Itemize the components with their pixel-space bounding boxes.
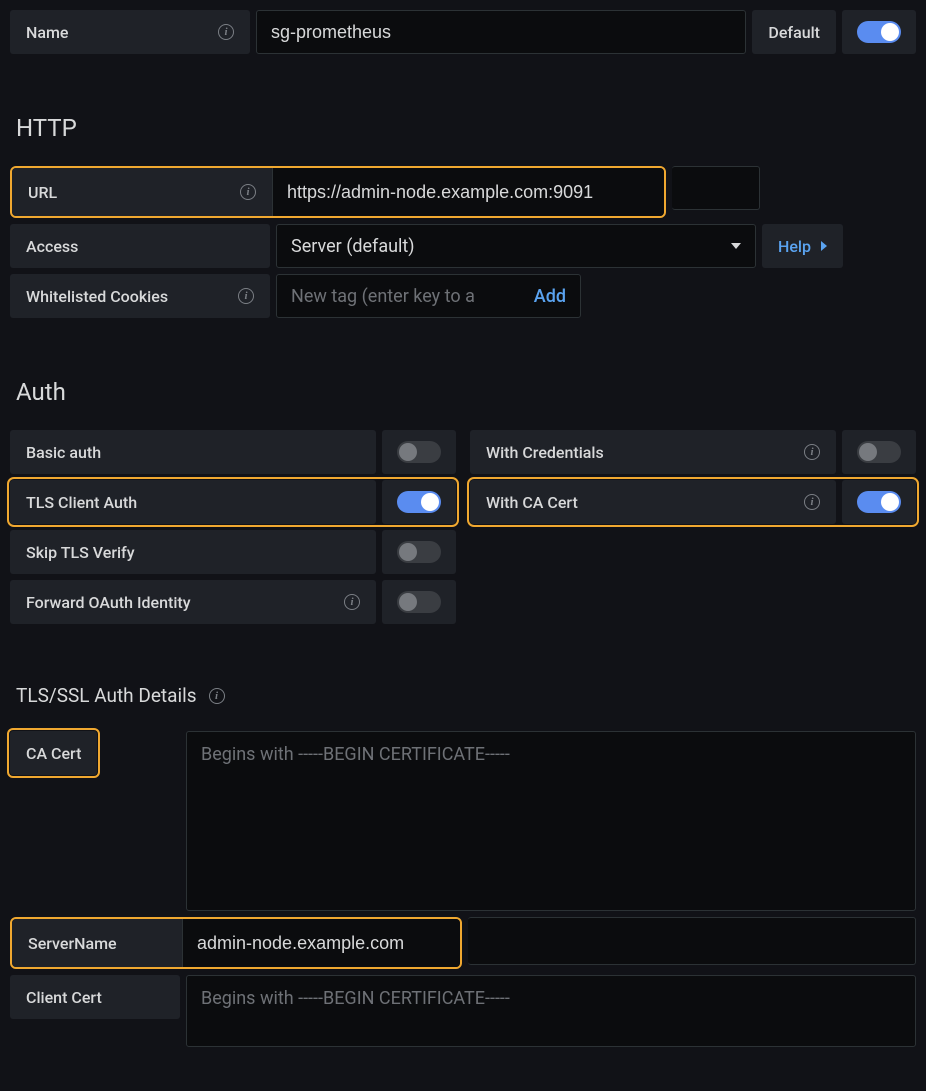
tls-client-auth-toggle-box	[382, 480, 456, 524]
with-credentials-text: With Credentials	[486, 443, 604, 462]
url-input[interactable]	[287, 182, 650, 203]
client-cert-label-text: Client Cert	[26, 988, 102, 1007]
access-label: Access	[10, 224, 270, 268]
tls-section-title: TLS/SSL Auth Details	[16, 684, 916, 707]
cookies-label-text: Whitelisted Cookies	[26, 287, 168, 306]
forward-oauth-toggle-box	[382, 580, 456, 624]
help-label: Help	[778, 237, 811, 256]
url-label: URL	[12, 168, 272, 216]
url-group-highlight: URL	[10, 166, 666, 218]
tls-client-auth-text: TLS Client Auth	[26, 493, 137, 512]
basic-auth-text: Basic auth	[26, 443, 101, 462]
cookies-placeholder: New tag (enter key to a	[291, 286, 526, 307]
info-icon[interactable]	[240, 184, 256, 200]
forward-oauth-row: Forward OAuth Identity	[10, 580, 456, 624]
tls-client-auth-row: TLS Client Auth	[10, 480, 456, 524]
cookies-row: Whitelisted Cookies New tag (enter key t…	[10, 274, 916, 318]
url-input-extra[interactable]	[672, 166, 760, 210]
access-select-value: Server (default)	[291, 236, 415, 257]
access-row: Access Server (default) Help	[10, 224, 916, 268]
default-label: Default	[752, 10, 836, 54]
tls-client-auth-toggle[interactable]	[397, 491, 441, 513]
info-icon[interactable]	[209, 688, 225, 704]
skip-tls-row: Skip TLS Verify	[10, 530, 456, 574]
server-name-label-text: ServerName	[28, 934, 117, 953]
default-toggle[interactable]	[857, 21, 901, 43]
with-ca-cert-text: With CA Cert	[486, 493, 578, 512]
with-ca-cert-label: With CA Cert	[470, 480, 836, 524]
default-toggle-box	[842, 10, 916, 54]
client-cert-row: Client Cert	[10, 975, 916, 1047]
default-label-text: Default	[768, 23, 820, 42]
with-ca-cert-row: With CA Cert	[470, 480, 916, 524]
skip-tls-toggle[interactable]	[397, 541, 441, 563]
name-input-wrap[interactable]	[256, 10, 746, 54]
with-credentials-row: With Credentials	[470, 430, 916, 474]
ca-cert-textarea[interactable]	[201, 744, 901, 891]
info-icon[interactable]	[218, 24, 234, 40]
cookies-tag-input[interactable]: New tag (enter key to a Add	[276, 274, 581, 318]
tls-client-auth-label: TLS Client Auth	[10, 480, 376, 524]
auth-section-title: Auth	[16, 378, 916, 406]
info-icon[interactable]	[344, 594, 360, 610]
name-row: Name Default	[10, 10, 916, 54]
server-name-input-wrap[interactable]	[182, 919, 460, 967]
forward-oauth-text: Forward OAuth Identity	[26, 593, 191, 612]
info-icon[interactable]	[804, 444, 820, 460]
ca-cert-label: CA Cert	[10, 731, 97, 775]
basic-auth-row: Basic auth	[10, 430, 456, 474]
with-credentials-toggle-box	[842, 430, 916, 474]
ca-cert-textarea-wrap[interactable]	[186, 731, 916, 911]
forward-oauth-toggle[interactable]	[397, 591, 441, 613]
access-label-text: Access	[26, 237, 78, 256]
with-ca-cert-toggle-box	[842, 480, 916, 524]
url-label-text: URL	[28, 183, 57, 202]
url-input-wrap[interactable]	[272, 168, 664, 216]
skip-tls-toggle-box	[382, 530, 456, 574]
skip-tls-label: Skip TLS Verify	[10, 530, 376, 574]
access-select[interactable]: Server (default)	[276, 224, 756, 268]
info-icon[interactable]	[238, 288, 254, 304]
add-tag-button[interactable]: Add	[534, 286, 566, 307]
server-name-label: ServerName	[12, 919, 182, 967]
name-label: Name	[10, 10, 250, 54]
client-cert-label: Client Cert	[10, 975, 180, 1019]
cookies-label: Whitelisted Cookies	[10, 274, 270, 318]
ca-cert-row: CA Cert	[10, 731, 916, 911]
chevron-down-icon	[731, 243, 741, 249]
http-section-title: HTTP	[16, 114, 916, 142]
help-button[interactable]: Help	[762, 224, 843, 268]
ca-cert-label-text: CA Cert	[26, 744, 81, 763]
client-cert-textarea[interactable]	[201, 988, 901, 1030]
skip-tls-text: Skip TLS Verify	[26, 543, 135, 562]
server-name-row-hl: ServerName	[10, 917, 916, 969]
server-name-input[interactable]	[197, 933, 446, 954]
with-ca-cert-toggle[interactable]	[857, 491, 901, 513]
chevron-right-icon	[821, 241, 827, 251]
auth-grid: Basic auth TLS Client Auth Skip TLS Veri…	[10, 430, 916, 624]
name-input[interactable]	[271, 22, 731, 43]
basic-auth-toggle[interactable]	[397, 441, 441, 463]
basic-auth-label: Basic auth	[10, 430, 376, 474]
tls-section-title-text: TLS/SSL Auth Details	[16, 684, 197, 707]
basic-auth-toggle-box	[382, 430, 456, 474]
info-icon[interactable]	[804, 494, 820, 510]
name-label-text: Name	[26, 23, 68, 42]
with-credentials-toggle[interactable]	[857, 441, 901, 463]
forward-oauth-label: Forward OAuth Identity	[10, 580, 376, 624]
client-cert-textarea-wrap[interactable]	[186, 975, 916, 1047]
with-credentials-label: With Credentials	[470, 430, 836, 474]
server-name-input-tail[interactable]	[468, 917, 916, 965]
